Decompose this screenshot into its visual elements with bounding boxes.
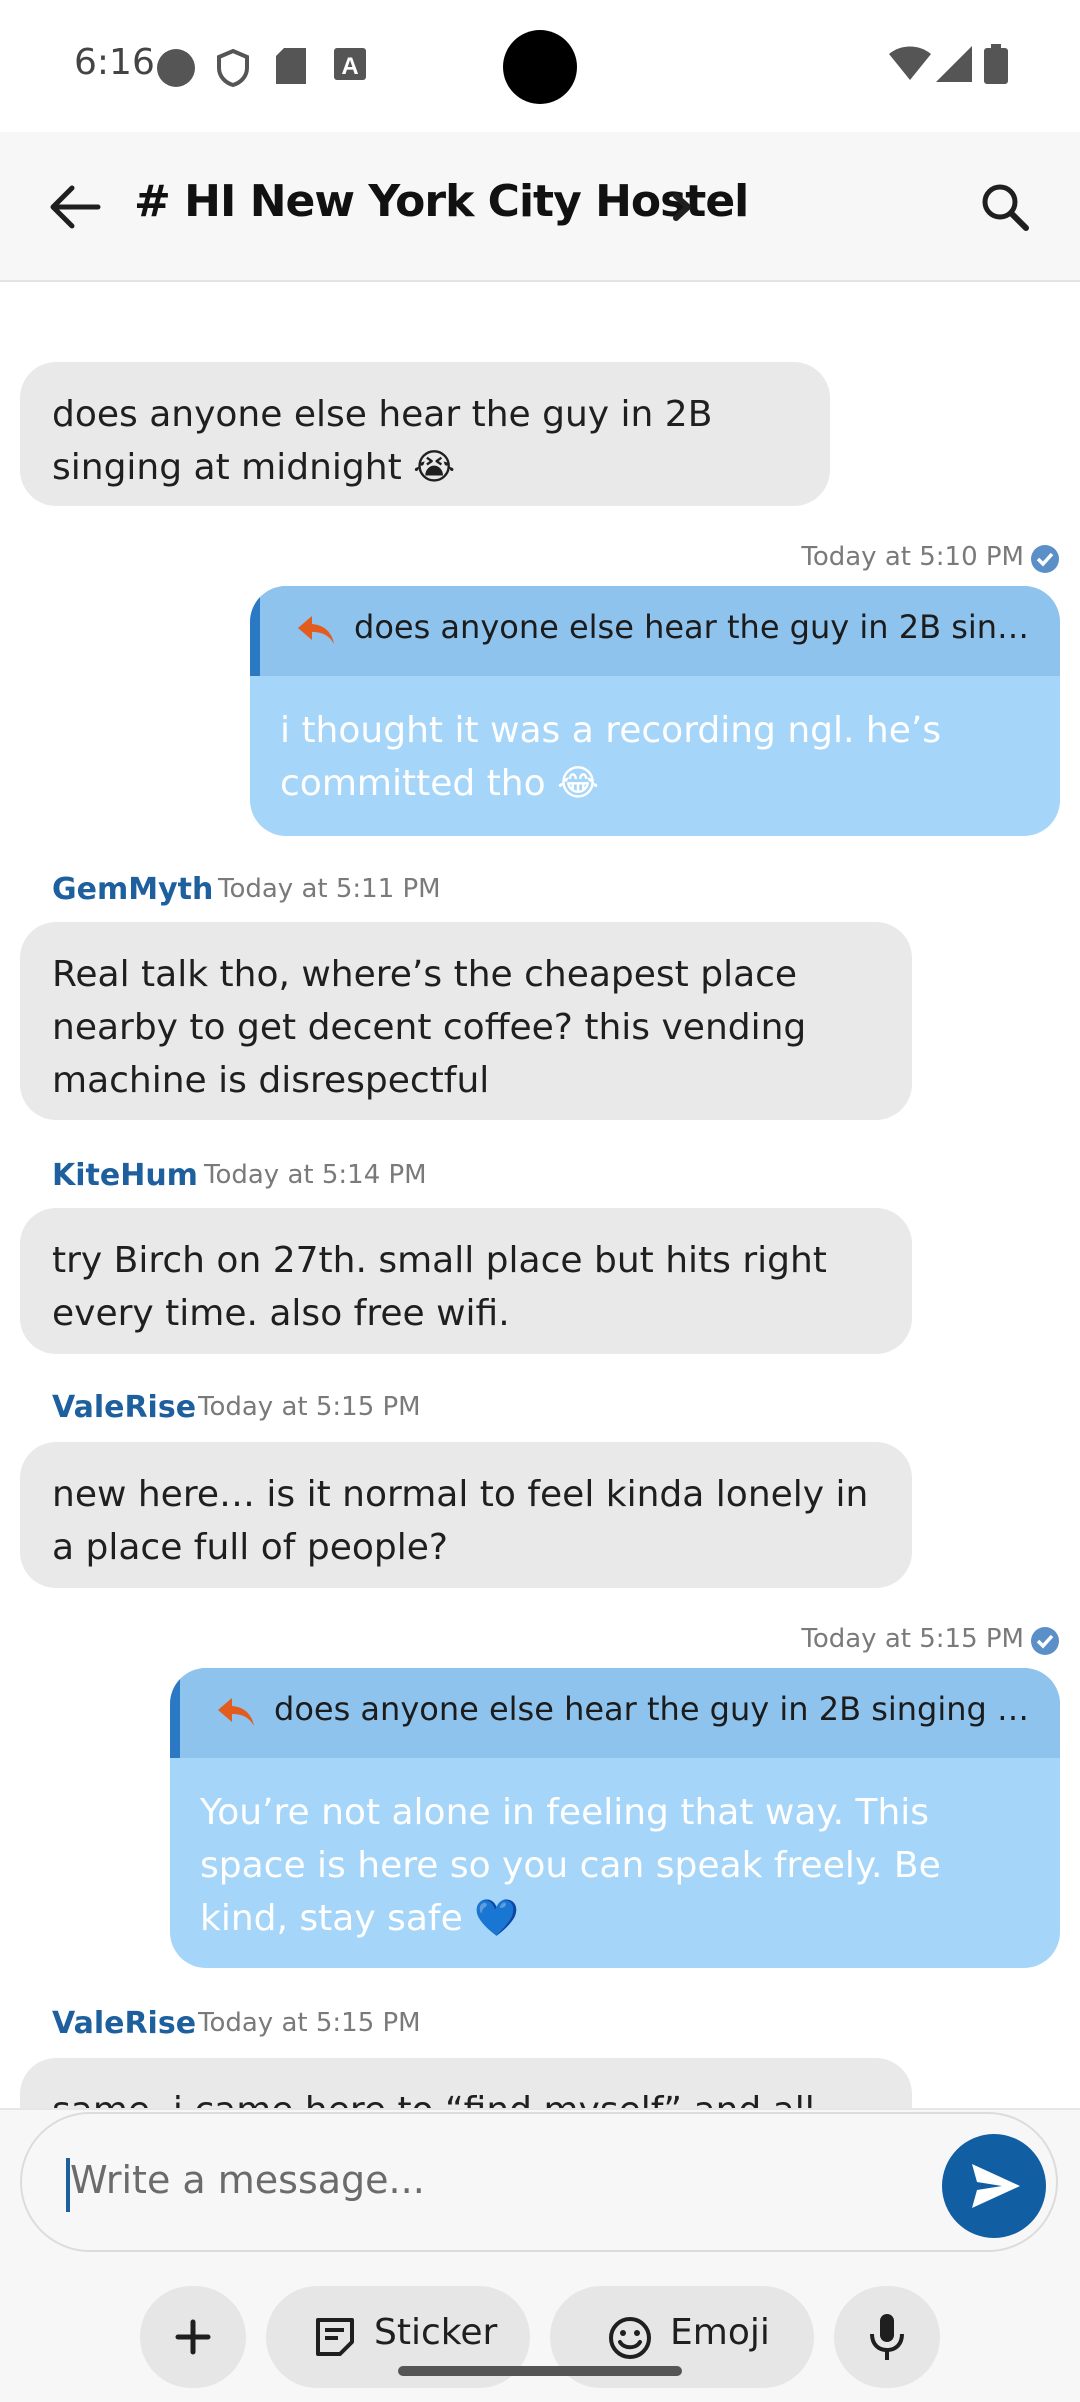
reply-quote[interactable]: does anyone else hear the guy in 2B sing… <box>170 1668 1060 1758</box>
message-timestamp: Today at 5:14 PM <box>204 1160 427 1190</box>
chevron-right-icon[interactable] <box>664 182 704 232</box>
arrow-left-icon <box>50 185 101 229</box>
reply-quote-text: does anyone else hear the guy in 2B sing… <box>354 608 1030 646</box>
message-bubble-outgoing[interactable]: does anyone else hear the guy in 2B sing… <box>250 586 1060 836</box>
message-bubble-incoming[interactable]: try Birch on 27th. small place but hits … <box>20 1208 912 1354</box>
emoji-label: Emoji <box>670 2312 770 2353</box>
reply-icon <box>296 614 336 648</box>
check-circle-icon <box>1030 544 1060 574</box>
svg-text:A: A <box>341 53 358 80</box>
search-icon <box>982 184 1029 231</box>
message-timestamp: Today at 5:11 PM <box>218 874 441 904</box>
message-input[interactable]: Write a message... <box>20 2112 1058 2252</box>
message-text: i thought it was a recording ngl. he’s c… <box>280 710 942 804</box>
message-text: does anyone else hear the guy in 2B sing… <box>52 394 713 488</box>
search-button[interactable] <box>970 172 1042 244</box>
shield-icon <box>216 48 250 92</box>
sticker-label: Sticker <box>374 2312 498 2353</box>
sender-name[interactable]: KiteHum <box>52 1158 198 1193</box>
message-bubble-incoming[interactable]: new here… is it normal to feel kinda lon… <box>20 1442 912 1588</box>
battery-icon <box>984 44 1008 88</box>
emoji-icon <box>608 2316 652 2364</box>
sender-name[interactable]: ValeRise <box>52 1390 196 1425</box>
wifi-icon <box>888 44 932 86</box>
message-timestamp: Today at 5:15 PM <box>801 1624 1024 1654</box>
message-input-placeholder: Write a message... <box>70 2158 425 2202</box>
sticker-icon <box>314 2316 356 2362</box>
sd-card-icon <box>276 48 306 88</box>
channel-title[interactable]: # HI New York City Hostel <box>134 176 749 227</box>
microphone-icon <box>870 2314 904 2360</box>
message-bubble-incoming[interactable]: does anyone else hear the guy in 2B sing… <box>20 362 830 506</box>
cell-signal-icon <box>936 46 972 86</box>
back-button[interactable] <box>40 172 110 242</box>
gesture-navigation-bar[interactable] <box>398 2366 682 2376</box>
reply-icon <box>216 1696 256 1730</box>
microphone-button[interactable] <box>834 2286 940 2388</box>
circle-icon <box>156 48 196 92</box>
message-text: new here… is it normal to feel kinda lon… <box>52 1474 869 1568</box>
message-bubble-incoming[interactable]: Real talk tho, where’s the cheapest plac… <box>20 922 912 1120</box>
status-bar: 6:16 A <box>0 0 1080 132</box>
front-camera <box>503 30 577 104</box>
message-timestamp: Today at 5:10 PM <box>801 542 1024 572</box>
add-button[interactable] <box>140 2286 246 2388</box>
reply-quote-text: does anyone else hear the guy in 2B sing… <box>274 1690 1030 1728</box>
reply-quote[interactable]: does anyone else hear the guy in 2B sing… <box>250 586 1060 676</box>
sender-name[interactable]: GemMyth <box>52 872 213 907</box>
a-icon: A <box>334 48 366 84</box>
message-text: Real talk tho, where’s the cheapest plac… <box>52 954 807 1101</box>
sender-name[interactable]: ValeRise <box>52 2006 196 2041</box>
status-time: 6:16 <box>74 42 155 83</box>
message-text: You’re not alone in feeling that way. Th… <box>200 1792 941 1939</box>
message-text: try Birch on 27th. small place but hits … <box>52 1240 827 1334</box>
app-bar: # HI New York City Hostel <box>0 132 1080 282</box>
send-button[interactable] <box>942 2134 1046 2238</box>
message-bubble-outgoing[interactable]: does anyone else hear the guy in 2B sing… <box>170 1668 1060 1968</box>
message-timestamp: Today at 5:15 PM <box>198 1392 421 1422</box>
plus-icon <box>175 2319 211 2355</box>
check-circle-icon <box>1030 1626 1060 1656</box>
send-icon <box>972 2164 1020 2208</box>
message-timestamp: Today at 5:15 PM <box>198 2008 421 2038</box>
